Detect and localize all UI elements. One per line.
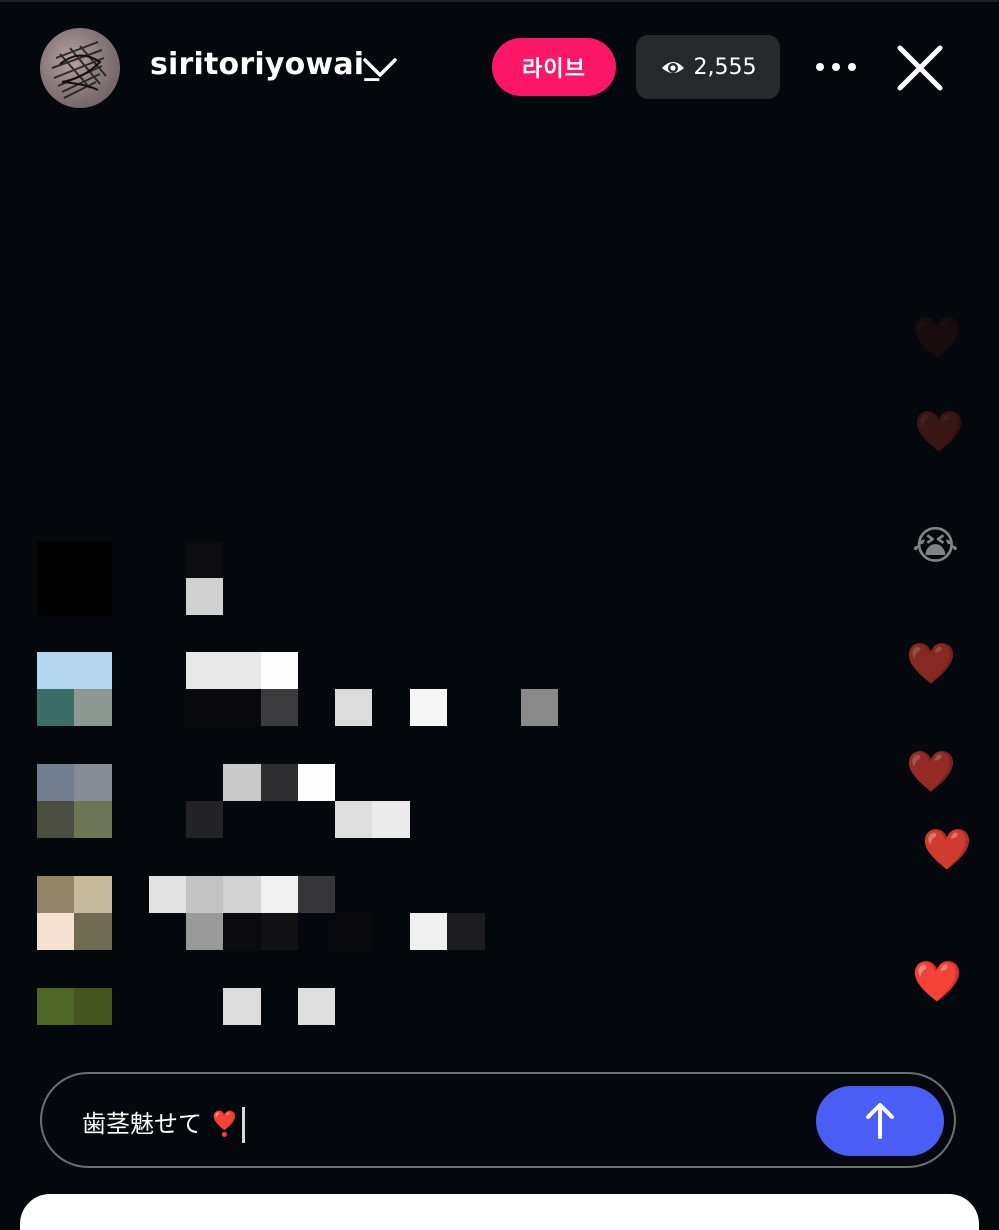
live-badge: 라이브	[492, 38, 616, 96]
comment-avatar-pixel	[37, 541, 112, 616]
comment-input-text: 歯茎魅せて	[82, 1110, 202, 1138]
comment-text-pixel	[186, 689, 261, 726]
comment-avatar-pixel	[37, 913, 74, 950]
comment-text-pixel	[186, 913, 223, 950]
comment-avatar-pixel	[74, 876, 112, 913]
comment-text-pixel	[186, 541, 223, 578]
host-avatar[interactable]	[40, 28, 120, 108]
comment-input-emoji: ❣️	[209, 1110, 240, 1138]
close-icon[interactable]	[894, 42, 946, 94]
comment-text-pixel	[335, 801, 372, 838]
comment-text-pixel	[223, 876, 261, 913]
comment-text-pixel	[410, 689, 447, 726]
reaction-crying-face: 😭	[912, 523, 959, 569]
live-stream-screen: siritoriyowai_ 라이브 2,555 ❤️ ❤️ 😭 ❤️ ❤️ ❤…	[0, 0, 999, 1230]
send-button[interactable]	[816, 1086, 944, 1156]
comment-composer[interactable]: 歯茎魅せて ❣️	[40, 1072, 956, 1168]
comment-avatar-pixel	[37, 652, 112, 689]
more-options-icon[interactable]	[813, 58, 859, 76]
comment-text-pixel	[261, 764, 298, 801]
comment-text-pixel	[261, 652, 298, 689]
comment-text-pixel	[410, 913, 447, 950]
comment-text-pixel	[186, 578, 223, 615]
comment-text-pixel	[223, 764, 261, 801]
eye-icon	[661, 62, 684, 73]
comment-text-pixel	[335, 913, 372, 950]
comment-text-pixel	[261, 689, 298, 726]
comment-text-pixel	[335, 689, 372, 726]
comment-input[interactable]: 歯茎魅せて ❣️	[82, 1104, 245, 1143]
host-username[interactable]: siritoriyowai_	[150, 47, 379, 82]
arrow-up-icon	[866, 1103, 894, 1139]
comment-avatar-pixel	[37, 689, 74, 726]
comment-text-pixel	[447, 913, 485, 950]
comment-avatar-pixel	[74, 913, 112, 950]
reaction-heart: ❤️	[906, 749, 956, 795]
chevron-down-icon[interactable]	[362, 56, 398, 80]
reaction-heart: ❤️	[912, 959, 962, 1005]
viewer-count-badge[interactable]: 2,555	[636, 35, 780, 99]
comment-text-pixel	[261, 876, 298, 913]
reaction-heart: ❤️	[912, 315, 962, 361]
comment-text-pixel	[186, 652, 261, 689]
comment-text-pixel	[521, 689, 558, 726]
comment-avatar-pixel	[37, 876, 74, 913]
comment-text-pixel	[372, 801, 410, 838]
comment-avatar-pixel	[37, 801, 74, 838]
comment-avatar-pixel	[74, 689, 112, 726]
scribble-overlay	[51, 41, 107, 99]
comment-avatar-pixel	[74, 764, 112, 801]
text-caret	[241, 1107, 245, 1143]
reaction-heart: ❤️	[914, 409, 964, 455]
comment-text-pixel	[186, 801, 223, 838]
reaction-heart: ❤️	[922, 827, 972, 873]
comment-avatar-pixel	[74, 988, 112, 1025]
comment-avatar-pixel	[37, 764, 74, 801]
comment-text-pixel	[149, 876, 186, 913]
comment-text-pixel	[223, 988, 261, 1025]
comment-text-pixel	[261, 913, 298, 950]
comment-text-pixel	[298, 876, 335, 913]
comment-avatar-pixel	[74, 801, 112, 838]
viewer-count: 2,555	[693, 54, 757, 80]
comment-text-pixel	[298, 764, 335, 801]
comment-text-pixel	[186, 876, 223, 913]
comment-avatar-pixel	[37, 988, 74, 1025]
comment-text-pixel	[298, 988, 335, 1025]
comment-text-pixel	[223, 913, 261, 950]
reaction-heart: ❤️	[906, 641, 956, 687]
